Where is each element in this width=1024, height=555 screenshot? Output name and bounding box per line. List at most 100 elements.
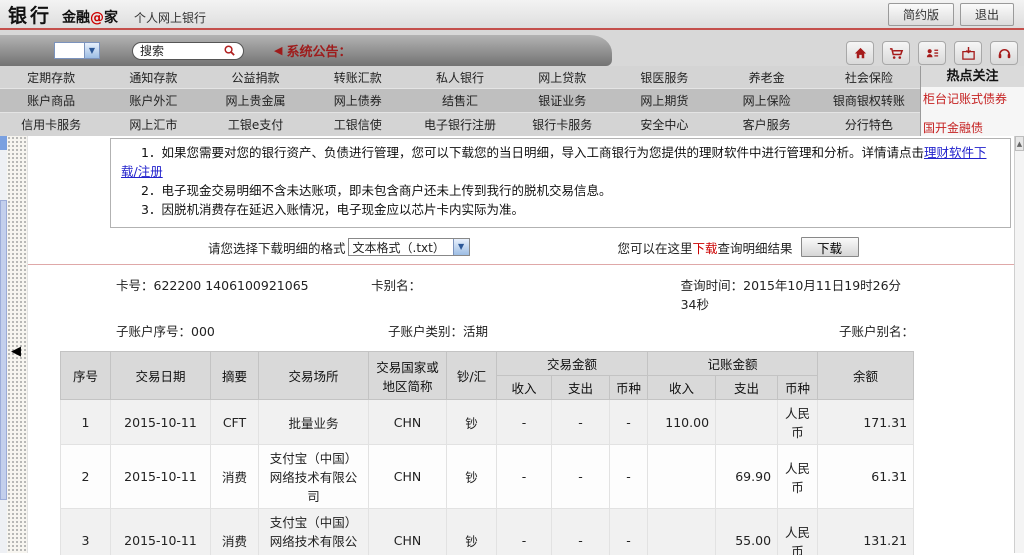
main-nav: 定期存款 通知存款 公益捐款 转账汇款 私人银行 网上贷款 银医服务 养老金 社… (0, 66, 1024, 136)
nav-row-2: 账户商品 账户外汇 网上贵金属 网上债券 结售汇 银证业务 网上期货 网上保险 … (0, 89, 920, 113)
nav-item[interactable]: 银商银权转账 (818, 92, 920, 109)
home-icon[interactable] (846, 41, 874, 65)
nav-item[interactable]: 养老金 (716, 69, 818, 86)
nav-item[interactable]: 分行特色 (818, 116, 920, 133)
hot-link-cdb-bonds[interactable]: 国开金融债 (921, 116, 1024, 136)
mail-download-icon[interactable] (954, 41, 982, 65)
sub-account-seq: 子账户序号：000 (116, 324, 215, 339)
nav-rows: 定期存款 通知存款 公益捐款 转账汇款 私人银行 网上贷款 银医服务 养老金 社… (0, 66, 920, 136)
download-hint-link[interactable]: 下载 (693, 241, 718, 256)
nav-item[interactable]: 账户商品 (0, 92, 102, 109)
col-date: 交易日期 (110, 351, 211, 400)
nav-item[interactable]: 账户外汇 (102, 92, 204, 109)
content-area: ◀ ▲ 1．如果您需要对您的银行资产、负债进行管理，您可以下载您的当日明细，导入… (0, 136, 1024, 555)
chevron-down-icon[interactable]: ▼ (84, 43, 99, 58)
scroll-up-icon[interactable]: ▲ (1015, 136, 1024, 151)
nav-row-3: 信用卡服务 网上汇市 工银e支付 工银信使 电子银行注册 银行卡服务 安全中心 … (0, 113, 920, 136)
sub-account-type: 子账户类别：活期 (388, 324, 489, 339)
nav-item[interactable]: 社会保险 (818, 69, 920, 86)
nav-item[interactable]: 工银e支付 (204, 116, 306, 133)
nav-row-1: 定期存款 通知存款 公益捐款 转账汇款 私人银行 网上贷款 银医服务 养老金 社… (0, 66, 920, 89)
left-scrollbar[interactable] (0, 136, 7, 553)
nav-item[interactable]: 电子银行注册 (409, 116, 511, 133)
panel-collapse-strip[interactable]: ◀ (7, 136, 28, 553)
nav-item[interactable]: 公益捐款 (204, 69, 306, 86)
search-icon[interactable] (223, 44, 236, 57)
note-2: 2．电子现金交易明细不含未达账项，即未包含商户还未上传到我行的脱机交易信息。 (141, 183, 612, 198)
col-txn-cur: 币种 (608, 375, 649, 400)
quick-menu-select[interactable]: ▼ (54, 42, 100, 59)
download-format-select[interactable]: 文本格式（.txt） ▼ (347, 238, 470, 256)
download-row: 请您选择下载明细的格式 文本格式（.txt） ▼ 您可以在这里下载查询明细结果 … (208, 237, 1014, 257)
nav-item[interactable]: 客户服务 (716, 116, 818, 133)
col-country: 交易国家或地区简称 (368, 351, 447, 400)
nav-item[interactable]: 结售汇 (409, 92, 511, 109)
announcement-speaker-icon: ◀ (274, 44, 283, 57)
nav-item[interactable]: 银医服务 (613, 69, 715, 86)
cart-icon[interactable] (882, 41, 910, 65)
brand-at-symbol: @ (90, 9, 105, 26)
chevron-down-icon[interactable]: ▼ (452, 239, 469, 255)
nav-item[interactable]: 定期存款 (0, 69, 102, 86)
toolbar: ▼ 搜索 ◀ 系统公告： (0, 30, 1024, 66)
left-scrollbar-button[interactable] (0, 136, 7, 150)
nav-item[interactable]: 网上债券 (307, 92, 409, 109)
headset-icon[interactable] (990, 41, 1018, 65)
nav-item[interactable]: 信用卡服务 (0, 116, 102, 133)
content-inner: 1．如果您需要对您的银行资产、负债进行管理，您可以下载您的当日明细，导入工商银行… (28, 136, 1014, 555)
sub-account-alias: 子账户别名： (838, 324, 914, 339)
search-placeholder: 搜索 (140, 44, 165, 58)
col-txn-out: 支出 (551, 375, 610, 400)
nav-item[interactable]: 网上贷款 (511, 69, 613, 86)
nav-item[interactable]: 私人银行 (409, 69, 511, 86)
col-book-in: 收入 (647, 375, 717, 400)
collapse-left-icon[interactable]: ◀ (11, 344, 21, 359)
top-actions: 简约版 退出 (887, 2, 1014, 26)
page-title: 个人网上银行 (134, 10, 207, 25)
hot-topics-title: 热点关注 (921, 66, 1024, 87)
nav-item[interactable]: 网上期货 (613, 92, 715, 109)
nav-item[interactable]: 转账汇款 (307, 69, 409, 86)
left-scrollbar-thumb[interactable] (0, 200, 7, 500)
bank-name: 银行 (8, 4, 53, 27)
note-3: 3．因脱机消费存在延迟入账情况，电子现金应以芯片卡内实际为准。 (141, 202, 524, 217)
nav-item[interactable]: 工银信使 (307, 116, 409, 133)
page: 银行 金融@家 个人网上银行 简约版 退出 ▼ 搜索 ◀ 系统公告： 定期存款 … (0, 0, 1024, 555)
simple-version-button[interactable]: 简约版 (887, 2, 954, 26)
divider (28, 264, 1014, 265)
account-info: 卡号：622200 1406100921065 卡别名： 查询时间：2015年1… (116, 271, 914, 344)
table-row: 3 2015-10-11 消费 支付宝（中国）网络技术有限公司 CHN 钞 - … (60, 508, 915, 555)
col-summary: 摘要 (210, 351, 259, 400)
nav-item[interactable]: 网上汇市 (102, 116, 204, 133)
col-place: 交易场所 (258, 351, 369, 400)
query-time: 查询时间：2015年10月11日19时26分34秒 (680, 278, 902, 312)
brand-tag: 金融@家 (62, 9, 119, 26)
hot-link-otc-bonds[interactable]: 柜台记账式债券 (921, 87, 1024, 107)
contacts-icon[interactable] (918, 41, 946, 65)
account-row-2: 子账户序号：000 子账户类别：活期 子账户别名： (116, 317, 914, 344)
card-alias: 卡别名： (371, 278, 422, 293)
col-balance: 余额 (817, 351, 915, 400)
table-row: 1 2015-10-11 CFT 批量业务 CHN 钞 - - - 110.00… (60, 399, 915, 445)
announcement-label: 系统公告： (286, 45, 352, 60)
col-group-txn-amount: 交易金额 (495, 351, 649, 376)
search-input[interactable]: 搜索 (132, 41, 244, 60)
right-scrollbar[interactable]: ▲ (1014, 136, 1024, 553)
table-row: 2 2015-10-11 消费 支付宝（中国）网络技术有限公司 CHN 钞 - … (60, 444, 915, 509)
quick-icon-bar (846, 41, 1018, 65)
system-announcement: ◀ 系统公告： (274, 41, 351, 60)
nav-item[interactable]: 安全中心 (613, 116, 715, 133)
nav-item[interactable]: 银行卡服务 (511, 116, 613, 133)
toolbar-tab: ▼ 搜索 ◀ 系统公告： (0, 35, 612, 66)
format-label: 请您选择下载明细的格式 (208, 240, 346, 256)
nav-item[interactable]: 银证业务 (511, 92, 613, 109)
download-button[interactable]: 下载 (800, 237, 859, 257)
col-book-out: 支出 (715, 375, 779, 400)
col-book-cur: 币种 (777, 375, 819, 400)
note-1: 1．如果您需要对您的银行资产、负债进行管理，您可以下载您的当日明细，导入工商银行… (121, 145, 987, 179)
nav-item[interactable]: 网上贵金属 (204, 92, 306, 109)
nav-item[interactable]: 通知存款 (102, 69, 204, 86)
logout-button[interactable]: 退出 (959, 2, 1014, 26)
nav-item[interactable]: 网上保险 (716, 92, 818, 109)
account-row-1: 卡号：622200 1406100921065 卡别名： 查询时间：2015年1… (116, 271, 914, 317)
